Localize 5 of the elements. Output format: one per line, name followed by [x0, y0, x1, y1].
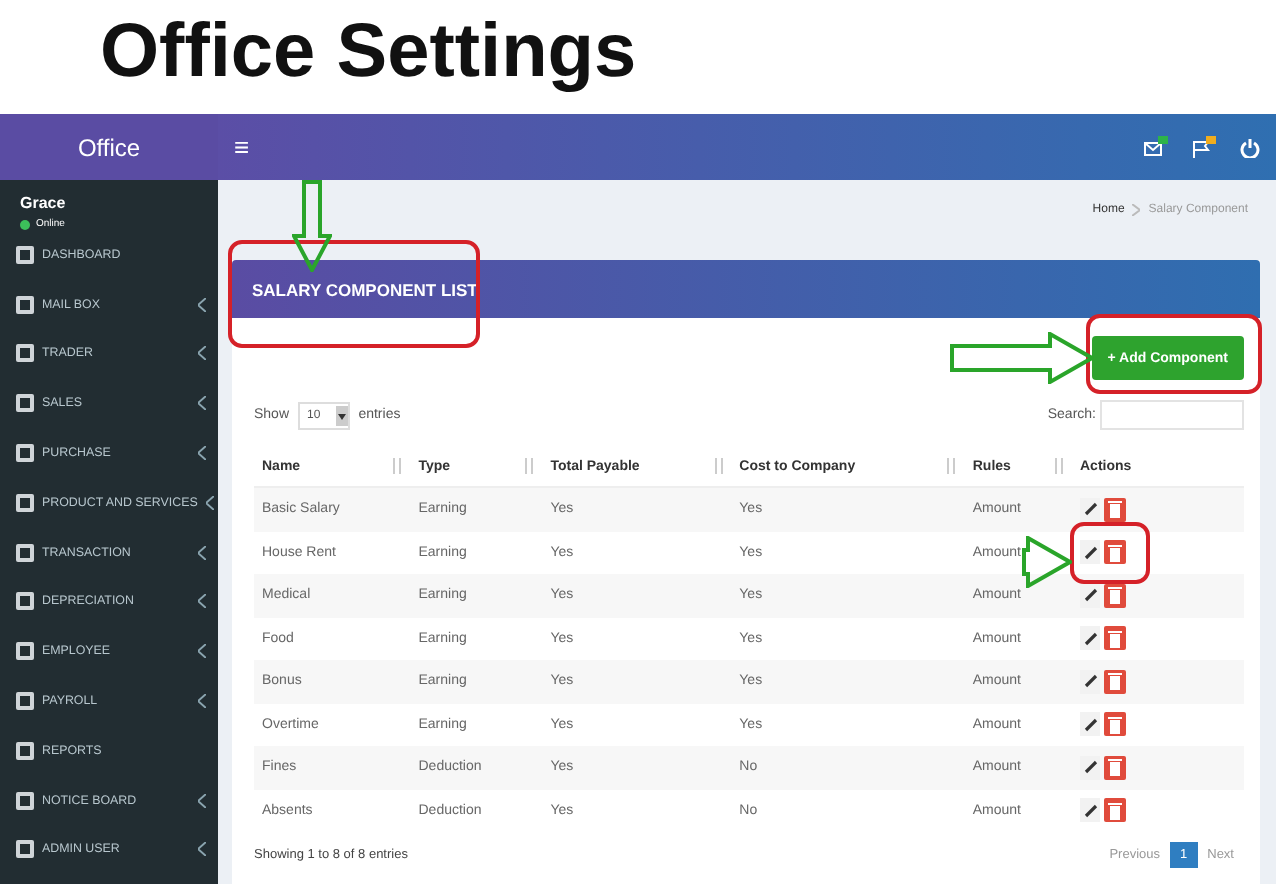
brand-title: Office [0, 114, 218, 180]
user-name: Grace [18, 192, 68, 212]
box-header: SALARY COMPONENT LIST [232, 260, 1260, 318]
slide-title: Office Settings [98, 8, 639, 98]
menu-toggle[interactable]: ≡ [234, 132, 250, 162]
